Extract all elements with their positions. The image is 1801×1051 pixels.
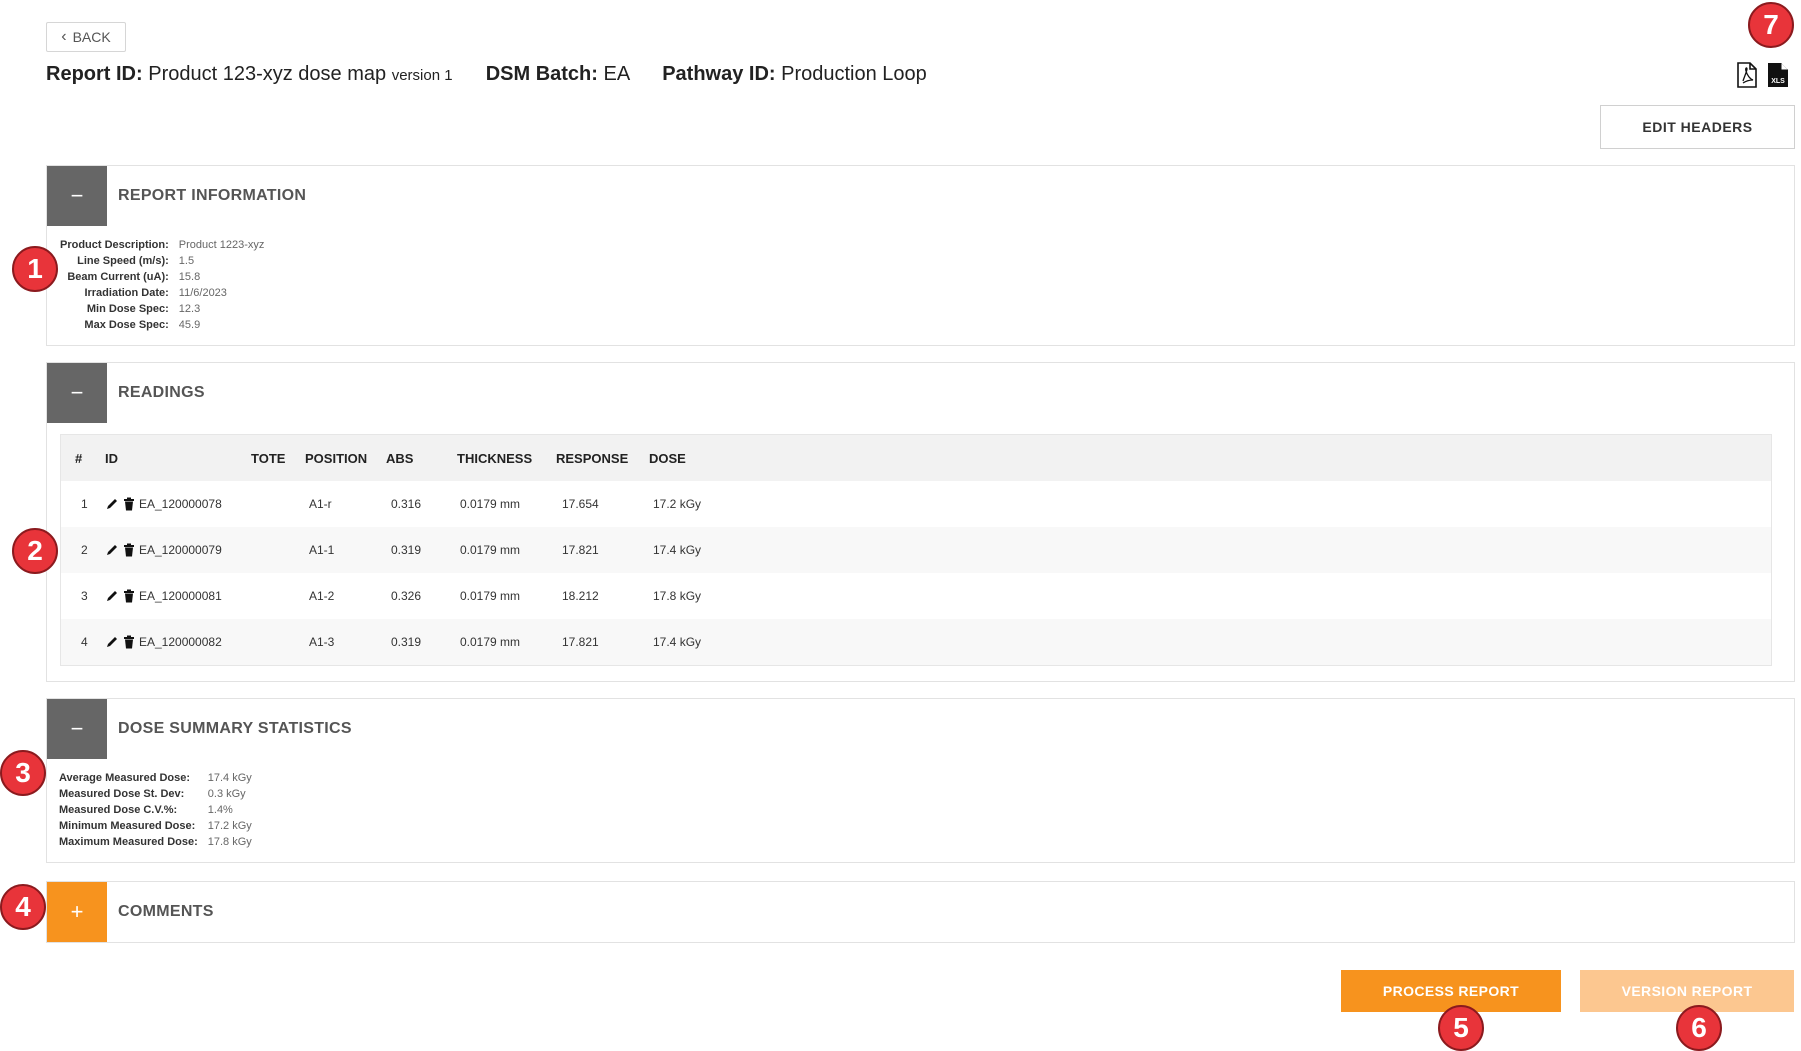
xls-export-icon[interactable]: XLS xyxy=(1767,62,1789,88)
table-header-row: # ID TOTE POSITION ABS THICKNESS RESPONS… xyxy=(61,435,1771,481)
comments-title: COMMENTS xyxy=(118,903,214,920)
field-row: Measured Dose C.V.%: 1.4% xyxy=(59,804,233,816)
col-header-id: ID xyxy=(105,435,251,481)
delete-trash-icon[interactable] xyxy=(123,543,135,557)
reading-id: EA_120000079 xyxy=(139,543,222,557)
callout-marker-1: 1 xyxy=(12,246,58,292)
table-row: 1 EA_120000078 A1-r 0.316 0.0179 mm 17.6… xyxy=(81,497,702,511)
dose-summary-collapse-toggle[interactable]: − xyxy=(47,699,107,759)
process-report-button[interactable]: PROCESS REPORT xyxy=(1341,970,1561,1012)
col-header-position: POSITION xyxy=(305,435,386,481)
comments-panel: + COMMENTS xyxy=(46,881,1795,943)
report-version: version 1 xyxy=(391,67,453,84)
callout-marker-7: 7 xyxy=(1748,2,1794,48)
callout-marker-6: 6 xyxy=(1676,1005,1722,1051)
callout-marker-2: 2 xyxy=(12,528,58,574)
delete-trash-icon[interactable] xyxy=(123,589,135,603)
col-header-tote: TOTE xyxy=(251,435,305,481)
callout-marker-3: 3 xyxy=(0,750,46,796)
chevron-left-icon: ‹ xyxy=(61,28,67,45)
report-information-collapse-toggle[interactable]: − xyxy=(47,166,107,226)
dsm-batch-label: DSM Batch: xyxy=(485,63,598,85)
readings-table: # ID TOTE POSITION ABS THICKNESS RESPONS… xyxy=(60,434,1772,666)
dose-summary-title: DOSE SUMMARY STATISTICS xyxy=(118,720,352,737)
delete-trash-icon[interactable] xyxy=(123,635,135,649)
edit-pencil-icon[interactable] xyxy=(105,589,119,603)
field-row: Max Dose Spec: 45.9 xyxy=(84,319,201,331)
dose-summary-fields: Average Measured Dose: 17.4 kGy Measured … xyxy=(59,770,252,850)
field-row: Minimum Measured Dose: 17.2 kGy xyxy=(59,820,252,832)
report-header: Report ID: Product 123-xyz dose map vers… xyxy=(46,63,927,86)
field-row: Measured Dose St. Dev: 0.3 kGy xyxy=(59,788,246,800)
report-information-title: REPORT INFORMATION xyxy=(118,187,307,204)
report-information-panel: − REPORT INFORMATION Product Description… xyxy=(46,165,1795,346)
readings-title: READINGS xyxy=(118,384,205,401)
edit-pencil-icon[interactable] xyxy=(105,497,119,511)
col-header-thickness: THICKNESS xyxy=(457,435,556,481)
reading-id: EA_120000078 xyxy=(139,497,222,511)
field-row: Min Dose Spec: 12.3 xyxy=(86,303,201,315)
report-information-fields: Product Description: Product 1223-xyz Lin… xyxy=(60,237,264,333)
delete-trash-icon[interactable] xyxy=(123,497,135,511)
pathway-id-label: Pathway ID: xyxy=(662,63,776,85)
report-id-value: Product 123-xyz dose map xyxy=(148,63,387,85)
comments-expand-toggle[interactable]: + xyxy=(47,882,107,942)
dose-summary-panel: − DOSE SUMMARY STATISTICS Average Measur… xyxy=(46,698,1795,863)
table-row: 3 EA_120000081 A1-2 0.326 0.0179 mm 18.2… xyxy=(81,589,702,603)
edit-pencil-icon[interactable] xyxy=(105,635,119,649)
edit-headers-button[interactable]: EDIT HEADERS xyxy=(1600,105,1795,149)
col-header-num: # xyxy=(61,435,105,481)
pdf-export-icon[interactable] xyxy=(1735,62,1759,88)
callout-marker-4: 4 xyxy=(0,884,46,930)
col-header-response: RESPONSE xyxy=(556,435,649,481)
report-id-label: Report ID: xyxy=(46,63,143,85)
pathway-id-value: Production Loop xyxy=(781,63,927,85)
field-row: Irradiation Date: 11/6/2023 xyxy=(84,287,227,299)
back-button[interactable]: ‹ BACK xyxy=(46,22,126,52)
field-row: Beam Current (uA): 15.8 xyxy=(67,271,201,283)
callout-marker-5: 5 xyxy=(1438,1005,1484,1051)
field-row: Maximum Measured Dose: 17.8 kGy xyxy=(59,836,252,848)
field-row: Product Description: Product 1223-xyz xyxy=(60,239,265,251)
field-row: Average Measured Dose: 17.4 kGy xyxy=(59,772,252,784)
dsm-batch-value: EA xyxy=(603,63,630,85)
export-icons: XLS xyxy=(1735,62,1789,88)
edit-pencil-icon[interactable] xyxy=(105,543,119,557)
table-row: 4 EA_120000082 A1-3 0.319 0.0179 mm 17.8… xyxy=(61,619,1771,665)
col-header-dose: DOSE xyxy=(649,435,1771,481)
col-header-abs: ABS xyxy=(386,435,457,481)
back-label: BACK xyxy=(72,29,111,45)
table-row: 2 EA_120000079 A1-1 0.319 0.0179 mm 17.8… xyxy=(61,527,1771,573)
reading-id: EA_120000081 xyxy=(139,589,222,603)
reading-id: EA_120000082 xyxy=(139,635,222,649)
xls-icon-text: XLS xyxy=(1771,78,1785,85)
readings-panel: − READINGS # ID TOTE POSITION ABS THICKN… xyxy=(46,362,1795,682)
version-report-button[interactable]: VERSION REPORT xyxy=(1580,970,1794,1012)
field-row: Line Speed (m/s): 1.5 xyxy=(77,255,195,267)
readings-collapse-toggle[interactable]: − xyxy=(47,363,107,423)
